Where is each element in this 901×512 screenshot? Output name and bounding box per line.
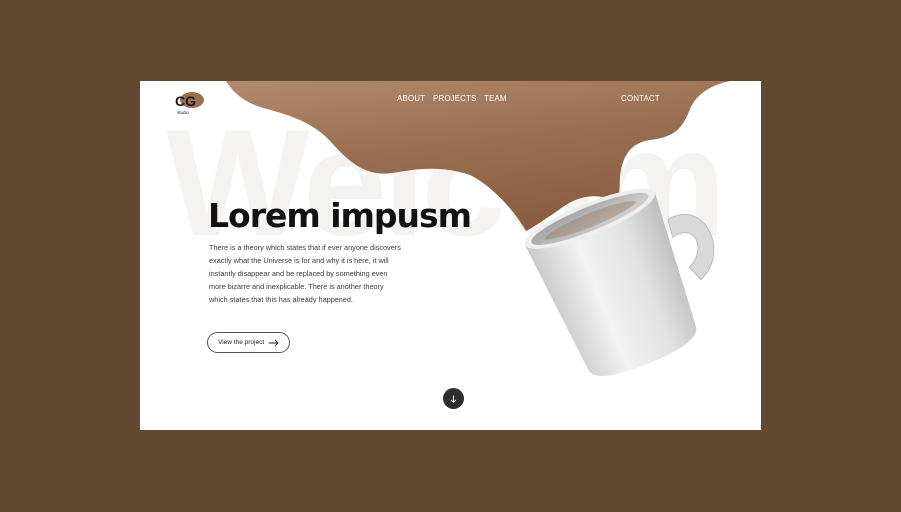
arrow-right-icon	[268, 339, 279, 347]
scroll-down-button[interactable]	[443, 388, 464, 409]
arrow-down-icon	[450, 395, 457, 403]
brand-logo[interactable]: CG studio	[173, 89, 205, 115]
logo-subtext: studio	[177, 110, 190, 115]
view-project-label: View the project	[218, 339, 265, 346]
logo-mark: CG	[175, 93, 196, 109]
nav-team[interactable]: TEAM	[484, 94, 507, 103]
coffee-mug-image	[525, 188, 715, 376]
hero-description: There is a theory which states that if e…	[209, 243, 401, 304]
landing-page: Welcom CG studio ABOUT PROJECTS TEAM CON…	[140, 81, 761, 430]
nav-projects[interactable]: PROJECTS	[433, 94, 476, 103]
nav-about[interactable]: ABOUT	[397, 94, 425, 103]
hero-title: Lorem impusm	[208, 196, 472, 235]
nav-contact[interactable]: CONTACT	[621, 94, 660, 103]
view-project-button[interactable]: View the project	[207, 332, 290, 353]
